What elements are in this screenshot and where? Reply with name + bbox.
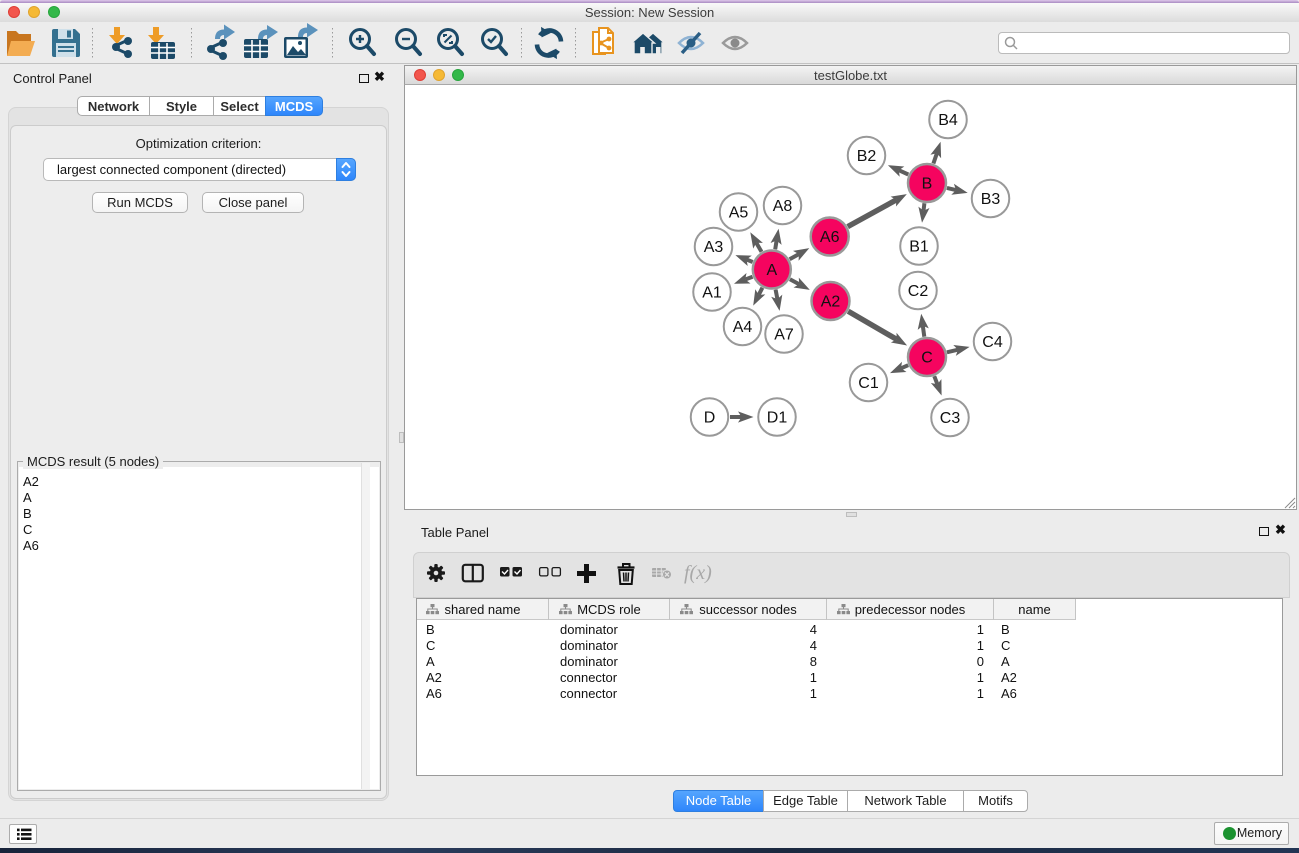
svg-text:A5: A5: [729, 205, 749, 222]
svg-text:A1: A1: [702, 285, 722, 302]
svg-text:C2: C2: [908, 283, 929, 300]
svg-text:C: C: [921, 350, 933, 367]
svg-text:B1: B1: [909, 239, 929, 256]
svg-text:B2: B2: [857, 148, 877, 165]
svg-text:f(x): f(x): [684, 562, 712, 584]
svg-text:C1: C1: [858, 375, 879, 392]
svg-text:A: A: [766, 262, 777, 279]
svg-text:C3: C3: [940, 410, 961, 427]
svg-text:B3: B3: [981, 191, 1001, 208]
svg-text:D1: D1: [767, 410, 788, 427]
svg-text:A8: A8: [773, 198, 793, 215]
svg-text:A2: A2: [821, 294, 841, 311]
svg-text:B: B: [922, 176, 933, 193]
svg-text:B4: B4: [938, 112, 958, 129]
svg-text:C4: C4: [982, 334, 1003, 351]
svg-text:A3: A3: [704, 239, 724, 256]
svg-text:D: D: [704, 410, 716, 427]
svg-text:A7: A7: [774, 327, 794, 344]
svg-text:A6: A6: [820, 229, 840, 246]
svg-text:A4: A4: [733, 319, 753, 336]
